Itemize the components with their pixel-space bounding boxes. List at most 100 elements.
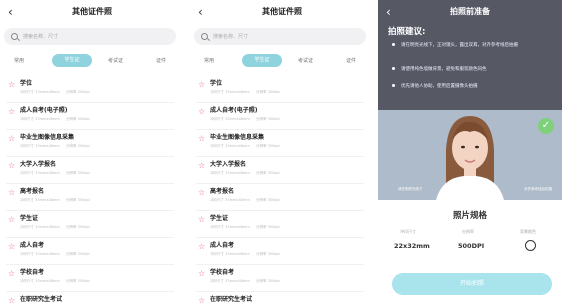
screen-photo-preparation: ‹ 拍照前准备 拍照建议: 请在明亮光线下，正对镜头，露出双耳，对齐参考线后拍摄…: [378, 0, 562, 306]
list-item[interactable]: ☆ 成人自考 冲印尺寸 33mmx48mm 分辨率 300dpi: [196, 238, 364, 265]
tab-common[interactable]: 常用: [204, 55, 214, 67]
nav-bar: ‹ 其他证件照: [0, 0, 184, 26]
item-size: 冲印尺寸 33mmx48mm: [210, 171, 250, 175]
check-icon: ✓: [538, 118, 554, 134]
star-icon[interactable]: ☆: [198, 107, 205, 117]
star-icon[interactable]: ☆: [198, 269, 205, 279]
list-item[interactable]: ☆ 高考报名 冲印尺寸 33mmx48mm 分辨率 300dpi: [196, 184, 364, 211]
spec-label-resolution: 分辨率: [462, 229, 474, 234]
item-dpi: 分辨率 300dpi: [66, 225, 90, 229]
search-placeholder: 搜索名称、尺寸: [213, 34, 249, 40]
item-dpi: 分辨率 300dpi: [66, 117, 90, 121]
search-input[interactable]: 搜索名称、尺寸: [194, 28, 366, 45]
item-name: 大学入学报名: [20, 161, 57, 168]
list-item[interactable]: ☆ 成人自考 冲印尺寸 33mmx48mm 分辨率 300dpi: [6, 238, 174, 265]
list-item[interactable]: ☆ 在职研究生考试: [6, 292, 174, 306]
star-icon[interactable]: ☆: [198, 296, 205, 306]
list-item[interactable]: ☆ 在职研究生考试: [196, 292, 364, 306]
item-dpi: 分辨率 300dpi: [256, 144, 280, 148]
star-icon[interactable]: ☆: [8, 107, 15, 117]
star-icon[interactable]: ☆: [198, 188, 205, 198]
item-dpi: 分辨率 300dpi: [66, 144, 90, 148]
item-dpi: 分辨率 300dpi: [66, 171, 90, 175]
spec-title: 照片规格: [452, 211, 487, 221]
item-size: 冲印尺寸 33mmx48mm: [210, 90, 250, 94]
list-item[interactable]: ☆ 高考报名 冲印尺寸 33mmx48mm 分辨率 300dpi: [6, 184, 174, 211]
item-size: 冲印尺寸 33mmx48mm: [20, 279, 60, 283]
bg-color-radio[interactable]: [525, 240, 536, 251]
item-size: 冲印尺寸 33mmx48mm: [20, 171, 60, 175]
start-photo-button[interactable]: 开始拍照: [392, 273, 552, 295]
list-item[interactable]: ☆ 学位 冲印尺寸 33mmx48mm 分辨率 300dpi: [196, 76, 364, 103]
tab-student-id[interactable]: 学生证: [242, 54, 282, 67]
advice-title: 拍照建议:: [388, 27, 426, 37]
list-item[interactable]: ☆ 大学入学报名 冲印尺寸 33mmx48mm 分辨率 300dpi: [196, 157, 364, 184]
list-item[interactable]: ☆ 学生证 冲印尺寸 33mmx48mm 分辨率 300dpi: [6, 211, 174, 238]
spec-value-size: 22x32mm: [394, 242, 430, 250]
star-icon[interactable]: ☆: [198, 161, 205, 171]
list-item[interactable]: ☆ 学生证 冲印尺寸 33mmx48mm 分辨率 300dpi: [196, 211, 364, 238]
tab-certificate[interactable]: 证件: [346, 55, 356, 67]
category-tabs: 常用 学生证 考试证 证件: [190, 50, 374, 72]
tab-exam[interactable]: 考试证: [298, 55, 313, 67]
bullet-icon: [392, 67, 395, 70]
list-item[interactable]: ☆ 学校自考 冲印尺寸 33mmx48mm 分辨率 300dpi: [6, 265, 174, 292]
certificate-list: ☆ 学位冲印尺寸 33mmx48mm 分辨率 300dpi ☆ 成人自考(电子照) 冲印…: [190, 76, 374, 306]
item-size: 冲印尺寸 33mmx48mm: [210, 252, 250, 256]
star-icon[interactable]: ☆: [8, 161, 15, 171]
list-item[interactable]: ☆ 毕业生图像信息采集 冲印尺寸 33mmx48mm 分辨率 300dpi: [6, 130, 174, 157]
star-icon[interactable]: ☆: [8, 296, 15, 306]
item-size: 冲印尺寸 33mmx48mm: [210, 198, 250, 202]
star-icon[interactable]: ☆: [8, 134, 15, 144]
search-input[interactable]: 搜索名称、尺寸: [4, 28, 176, 45]
item-dpi: 分辨率 300dpi: [256, 171, 280, 175]
list-item[interactable]: ☆ 成人自考(电子照) 冲印尺寸 33mmx48mm 分辨率 300dpi: [6, 103, 174, 130]
list-item[interactable]: ☆ 毕业生图像信息采集 冲印尺寸 33mmx48mm 分辨率 300dpi: [196, 130, 364, 157]
page-title: 其他证件照: [72, 7, 112, 16]
item-name: 学校自考: [20, 269, 45, 276]
bullet-icon: [392, 43, 395, 46]
search-icon: [201, 33, 208, 40]
advice-item: 请在明亮光线下，正对镜头，露出双耳，对齐参考线后拍摄: [392, 42, 552, 49]
star-icon[interactable]: ☆: [8, 242, 15, 252]
item-name: 学位: [210, 80, 223, 87]
item-name: 在职研究生考试: [210, 296, 253, 303]
item-size: 冲印尺寸 33mmx48mm: [20, 90, 60, 94]
list-item[interactable]: ☆ 学位 冲印尺寸 33mmx48mm 分辨率 300dpi: [6, 76, 174, 103]
certificate-list: ☆ 学位 冲印尺寸 33mmx48mm 分辨率 300dpi ☆ 成人自考(电子照) 冲印…: [0, 76, 184, 306]
item-name: 成人自考(电子照): [210, 107, 258, 114]
star-icon[interactable]: ☆: [8, 215, 15, 225]
tab-exam[interactable]: 考试证: [108, 55, 123, 67]
tab-student-id[interactable]: 学生证: [52, 54, 92, 67]
item-size: 冲印尺寸 33mmx48mm: [210, 144, 250, 148]
search-icon: [11, 33, 18, 40]
screen-certificate-list-1: ‹ 其他证件照 搜索名称、尺寸 常用 学生证 考试证 证件 ☆ 学位 冲印尺寸 33…: [0, 0, 184, 306]
tab-common[interactable]: 常用: [14, 55, 24, 67]
item-dpi: 分辨率 300dpi: [256, 225, 280, 229]
item-name: 毕业生图像信息采集: [20, 134, 75, 141]
advice-item: 请使用纯色墙做背景，避免和服装颜色同色: [392, 66, 552, 73]
star-icon[interactable]: ☆: [8, 188, 15, 198]
star-icon[interactable]: ☆: [198, 242, 205, 252]
advice-text: 请使用纯色墙做背景，避免和服装颜色同色: [401, 67, 487, 72]
advice-text: 请在明亮光线下，正对镜头，露出双耳，对齐参考线后拍摄: [401, 43, 518, 48]
spec-label-bg-color: 背景颜色: [520, 229, 536, 234]
star-icon[interactable]: ☆: [198, 80, 205, 90]
item-dpi: 分辨率 300dpi: [66, 252, 90, 256]
screen-certificate-list-2: ‹ 其他证件照 搜索名称、尺寸 常用 学生证 考试证 证件 ☆ 学位 冲印尺寸 33…: [190, 0, 374, 306]
star-icon[interactable]: ☆: [198, 134, 205, 144]
list-item[interactable]: ☆ 大学入学报名 冲印尺寸 33mmx48mm 分辨率 300dpi: [6, 157, 174, 184]
page-title: 拍照前准备: [450, 7, 490, 16]
bullet-icon: [392, 84, 395, 87]
item-name: 学生证: [210, 215, 229, 222]
star-icon[interactable]: ☆: [198, 215, 205, 225]
list-item[interactable]: ☆ 成人自考(电子照) 冲印尺寸 33mmx48mm 分辨率 300dpi: [196, 103, 364, 130]
list-item[interactable]: ☆ 学校自考 冲印尺寸 33mmx48mm 分辨率 300dpi: [196, 265, 364, 292]
search-placeholder: 搜索名称、尺寸: [23, 34, 59, 40]
star-icon[interactable]: ☆: [8, 80, 15, 90]
star-icon[interactable]: ☆: [8, 269, 15, 279]
sample-portrait: 请在明亮光线下 对齐参考线后拍摄: [378, 110, 562, 200]
tab-certificate[interactable]: 证件: [156, 55, 166, 67]
item-size: 冲印尺寸 33mmx48mm: [210, 117, 250, 121]
item-dpi: 分辨率 300dpi: [256, 279, 280, 283]
